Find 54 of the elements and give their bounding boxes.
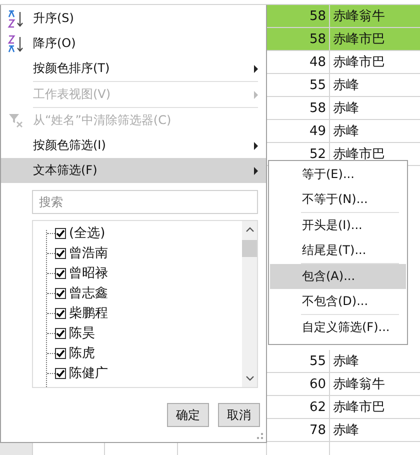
resize-grip-icon[interactable]	[256, 432, 264, 440]
table-cell: 赤峰	[330, 350, 420, 373]
scrollbar[interactable]	[242, 221, 257, 387]
submenu-arrow-icon	[254, 90, 258, 98]
checkbox[interactable]	[55, 248, 66, 258]
table-cell: 58	[267, 5, 330, 28]
scroll-up-icon[interactable]	[246, 227, 254, 232]
table-cell: 赤峰市巴	[330, 51, 420, 74]
table-cell: 赤峰市巴	[330, 396, 420, 419]
submenu-arrow-icon	[254, 142, 258, 150]
checkbox[interactable]	[55, 288, 66, 298]
dialog-button[interactable]: 取消	[218, 403, 260, 427]
value-label: 陈昊	[68, 325, 95, 342]
submenu-arrow-icon	[254, 166, 258, 174]
table-cell: 赤峰	[330, 419, 420, 442]
menu-item[interactable]: 按颜色排序(T)	[1, 56, 266, 81]
menu-item[interactable]: 包含(A)...	[270, 264, 406, 289]
menu-item[interactable]: 按颜色筛选(I)	[1, 133, 266, 158]
table-cell: 58	[267, 28, 330, 51]
clear-filter-icon	[8, 113, 24, 128]
value-label: (全选)	[68, 225, 106, 242]
checkbox[interactable]	[55, 268, 66, 278]
checkbox[interactable]	[55, 308, 66, 318]
table-cell: 赤峰	[330, 74, 420, 97]
value-label: 曾浩南	[68, 245, 108, 262]
scroll-down-icon[interactable]	[246, 376, 254, 381]
checkbox[interactable]	[55, 328, 66, 338]
search-field[interactable]: 搜索	[32, 190, 258, 214]
menu-item[interactable]: 文本筛选(F)	[1, 158, 266, 183]
submenu-arrow-icon	[254, 64, 258, 72]
checkbox[interactable]	[55, 228, 66, 238]
dialog-button[interactable]: 确定	[167, 403, 209, 427]
table-cell: 赤峰市巴	[330, 28, 420, 51]
menu-item[interactable]: 降序(O)	[1, 31, 266, 56]
menu-item[interactable]: 开头是(I)...	[270, 213, 406, 238]
checkbox[interactable]	[55, 348, 66, 358]
value-label: 柴鹏程	[68, 305, 108, 322]
menu-item[interactable]: 不包含(D)...	[270, 289, 406, 314]
checkbox[interactable]	[55, 368, 66, 378]
sort-icon	[7, 10, 25, 28]
table-cell: 赤峰翁牛	[330, 373, 420, 396]
table-cell: 赤峰	[330, 120, 420, 143]
menu-item[interactable]: 自定义筛选(F)...	[270, 315, 406, 340]
menu-item[interactable]: 结尾是(T)...	[270, 238, 406, 263]
value-label: 陈虎	[68, 345, 95, 362]
value-label: 陈健广	[68, 365, 108, 382]
scroll-thumb[interactable]	[242, 240, 257, 257]
table-cell: 赤峰	[330, 97, 420, 120]
table-cell: 赤峰翁牛	[330, 5, 420, 28]
value-label: 曾昭禄	[68, 265, 108, 282]
value-label: 曾志鑫	[68, 285, 108, 302]
sort-icon	[7, 34, 25, 52]
menu-item[interactable]: 不等于(N)...	[270, 187, 406, 212]
menu-item[interactable]: 升序(S)	[1, 6, 266, 31]
